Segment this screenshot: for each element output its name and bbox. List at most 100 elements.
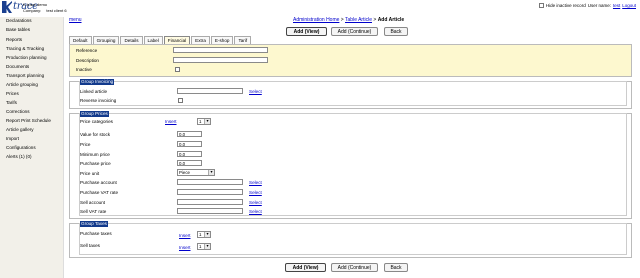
header-right: Hide inactive record User name: test Log… — [538, 3, 636, 8]
tab-eshop[interactable]: E-shop — [210, 36, 234, 44]
add-view-button-bottom[interactable]: Add (View) — [285, 263, 326, 272]
value-for-stock-label: Value for stock — [80, 132, 111, 137]
price-label: Price — [80, 142, 91, 147]
purchase-vat-label: Purchase VAT rate — [80, 190, 119, 195]
linked-article-select-link[interactable]: Select — [249, 89, 262, 94]
purchase-vat-select-link[interactable]: Select — [249, 190, 262, 195]
group-prices-title: Group Prices — [80, 111, 109, 117]
group-invoicing-title: Group Invoicing — [80, 79, 115, 85]
sell-account-select-link[interactable]: Select — [249, 200, 262, 205]
back-button-bottom[interactable]: Back — [384, 263, 408, 272]
add-view-button-top[interactable]: Add (View) — [286, 27, 327, 36]
sell-account-label: Sell account — [80, 200, 106, 205]
purchase-account-select-link[interactable]: Select — [249, 180, 262, 185]
group-taxes-box — [79, 223, 627, 255]
tab-financial[interactable]: Financial — [163, 36, 191, 44]
sidebar-item-prices[interactable]: Prices — [6, 91, 19, 96]
price-categories-count-select[interactable]: 1 ▼ — [197, 118, 211, 125]
tab-extra[interactable]: Extra — [191, 36, 210, 44]
description-label: Description — [76, 58, 99, 63]
price-unit-value: Piece — [179, 170, 190, 175]
sell-account-input[interactable] — [177, 199, 243, 205]
purchase-taxes-label: Purchase taxes — [80, 231, 112, 236]
sidebar-item-alerts[interactable]: Alerts (1) (0) — [6, 154, 32, 159]
sidebar-item-article-grouping[interactable]: Article grouping — [6, 82, 38, 87]
company-line: Company: test client 6 — [23, 8, 67, 14]
sidebar-item-configurations[interactable]: Configurations — [6, 145, 36, 150]
value-for-stock-input[interactable]: 0.0 — [177, 131, 202, 137]
sidebar-item-declarations[interactable]: Declarations — [6, 18, 32, 23]
price-categories-insert-link[interactable]: Insert — [165, 119, 177, 124]
company-label: Company: — [23, 8, 42, 13]
tab-grouping[interactable]: Grouping — [92, 36, 120, 44]
tab-default[interactable]: Default — [69, 36, 92, 44]
chevron-down-icon: ▼ — [204, 232, 210, 237]
sidebar-item-production-planning[interactable]: Production planning — [6, 55, 47, 60]
sell-vat-input[interactable] — [177, 208, 243, 214]
general-panel: Reference Description Inactive — [69, 44, 632, 77]
sidebar-item-corrections[interactable]: Corrections — [6, 109, 30, 114]
user-name-link[interactable]: test — [613, 3, 620, 8]
purchase-taxes-count-value: 1 — [199, 232, 202, 237]
reverse-invoicing-label: Reverse invoicing — [80, 98, 117, 103]
description-input[interactable] — [173, 57, 268, 63]
price-unit-label: Price unit — [80, 171, 100, 176]
breadcrumb-table-article[interactable]: Table Article — [345, 17, 372, 23]
sidebar-item-import[interactable]: Import — [6, 136, 19, 141]
price-categories-label: Price categories — [80, 119, 113, 124]
sell-taxes-count-value: 1 — [199, 244, 202, 249]
reference-input[interactable] — [173, 47, 268, 53]
tab-details[interactable]: Details — [120, 36, 143, 44]
sell-vat-select-link[interactable]: Select — [249, 209, 262, 214]
sell-vat-label: Sell VAT rate — [80, 209, 107, 214]
group-invoicing-box — [79, 81, 627, 106]
menu-link[interactable]: menu — [69, 17, 82, 23]
chevron-down-icon: ▼ — [208, 170, 214, 175]
minimum-price-label: Minimum price — [80, 152, 110, 157]
price-unit-select[interactable]: Piece ▼ — [177, 169, 215, 176]
reference-label: Reference — [76, 48, 98, 53]
purchase-account-input[interactable] — [177, 179, 243, 185]
purchase-price-input[interactable]: 0.0 — [177, 160, 202, 166]
sidebar-item-base-tables[interactable]: Base tables — [6, 27, 30, 32]
tab-tarif[interactable]: Tarif — [234, 36, 252, 44]
company-value: test client 6 — [46, 8, 67, 13]
hide-inactive-label: Hide inactive record — [545, 3, 586, 8]
group-prices: Group Prices Price categories Insert 1 ▼… — [69, 111, 632, 219]
logout-link[interactable]: Logout — [622, 3, 636, 8]
linked-article-input[interactable] — [177, 88, 243, 94]
tab-label[interactable]: Label — [143, 36, 163, 44]
purchase-taxes-count-select[interactable]: 1 ▼ — [197, 231, 211, 238]
hide-inactive-checkbox[interactable] — [538, 3, 544, 8]
inactive-checkbox[interactable] — [175, 67, 180, 72]
logo-k-mark — [2, 1, 12, 13]
sidebar-item-tracing[interactable]: Tracing & Tracking — [6, 46, 44, 51]
tab-bar: Default Grouping Details Label Financial… — [69, 36, 252, 44]
purchase-vat-input[interactable] — [177, 189, 243, 195]
linked-article-label: Linked article — [80, 89, 108, 94]
reverse-invoicing-checkbox[interactable] — [178, 98, 183, 103]
sell-taxes-insert-link[interactable]: Insert — [179, 245, 191, 250]
sidebar-item-tarifs[interactable]: Tarifs — [6, 100, 17, 105]
breadcrumb-current: Add Article — [377, 17, 405, 23]
sidebar-item-report-print-schedule[interactable]: Report Print Schedule — [6, 118, 51, 123]
add-continue-button-bottom[interactable]: Add (Continue) — [331, 263, 378, 272]
sidebar-item-article-gallery[interactable]: Article gallery — [6, 127, 34, 132]
sell-taxes-count-select[interactable]: 1 ▼ — [197, 243, 211, 250]
purchase-taxes-insert-link[interactable]: Insert — [179, 233, 191, 238]
sidebar-item-documents[interactable]: Documents — [6, 64, 29, 69]
breadcrumb: Administration Home > Table Article > Ad… — [293, 17, 404, 23]
minimum-price-input[interactable]: 0.0 — [177, 151, 202, 157]
chevron-down-icon: ▼ — [204, 119, 210, 124]
sidebar: Declarations Base tables Reports Tracing… — [0, 17, 64, 278]
add-continue-button-top[interactable]: Add (Continue) — [331, 27, 378, 36]
price-input[interactable]: 0.0 — [177, 141, 202, 147]
price-categories-count-value: 1 — [199, 119, 202, 124]
sidebar-item-transport-planning[interactable]: Transport planning — [6, 73, 44, 78]
breadcrumb-home[interactable]: Administration Home — [293, 17, 339, 23]
user-name-label: User name: — [587, 3, 611, 8]
back-button-top[interactable]: Back — [384, 27, 408, 36]
header-info: K-trace demo Company: test client 6 — [23, 2, 67, 14]
chevron-down-icon: ▼ — [204, 244, 210, 249]
sidebar-item-reports[interactable]: Reports — [6, 37, 22, 42]
